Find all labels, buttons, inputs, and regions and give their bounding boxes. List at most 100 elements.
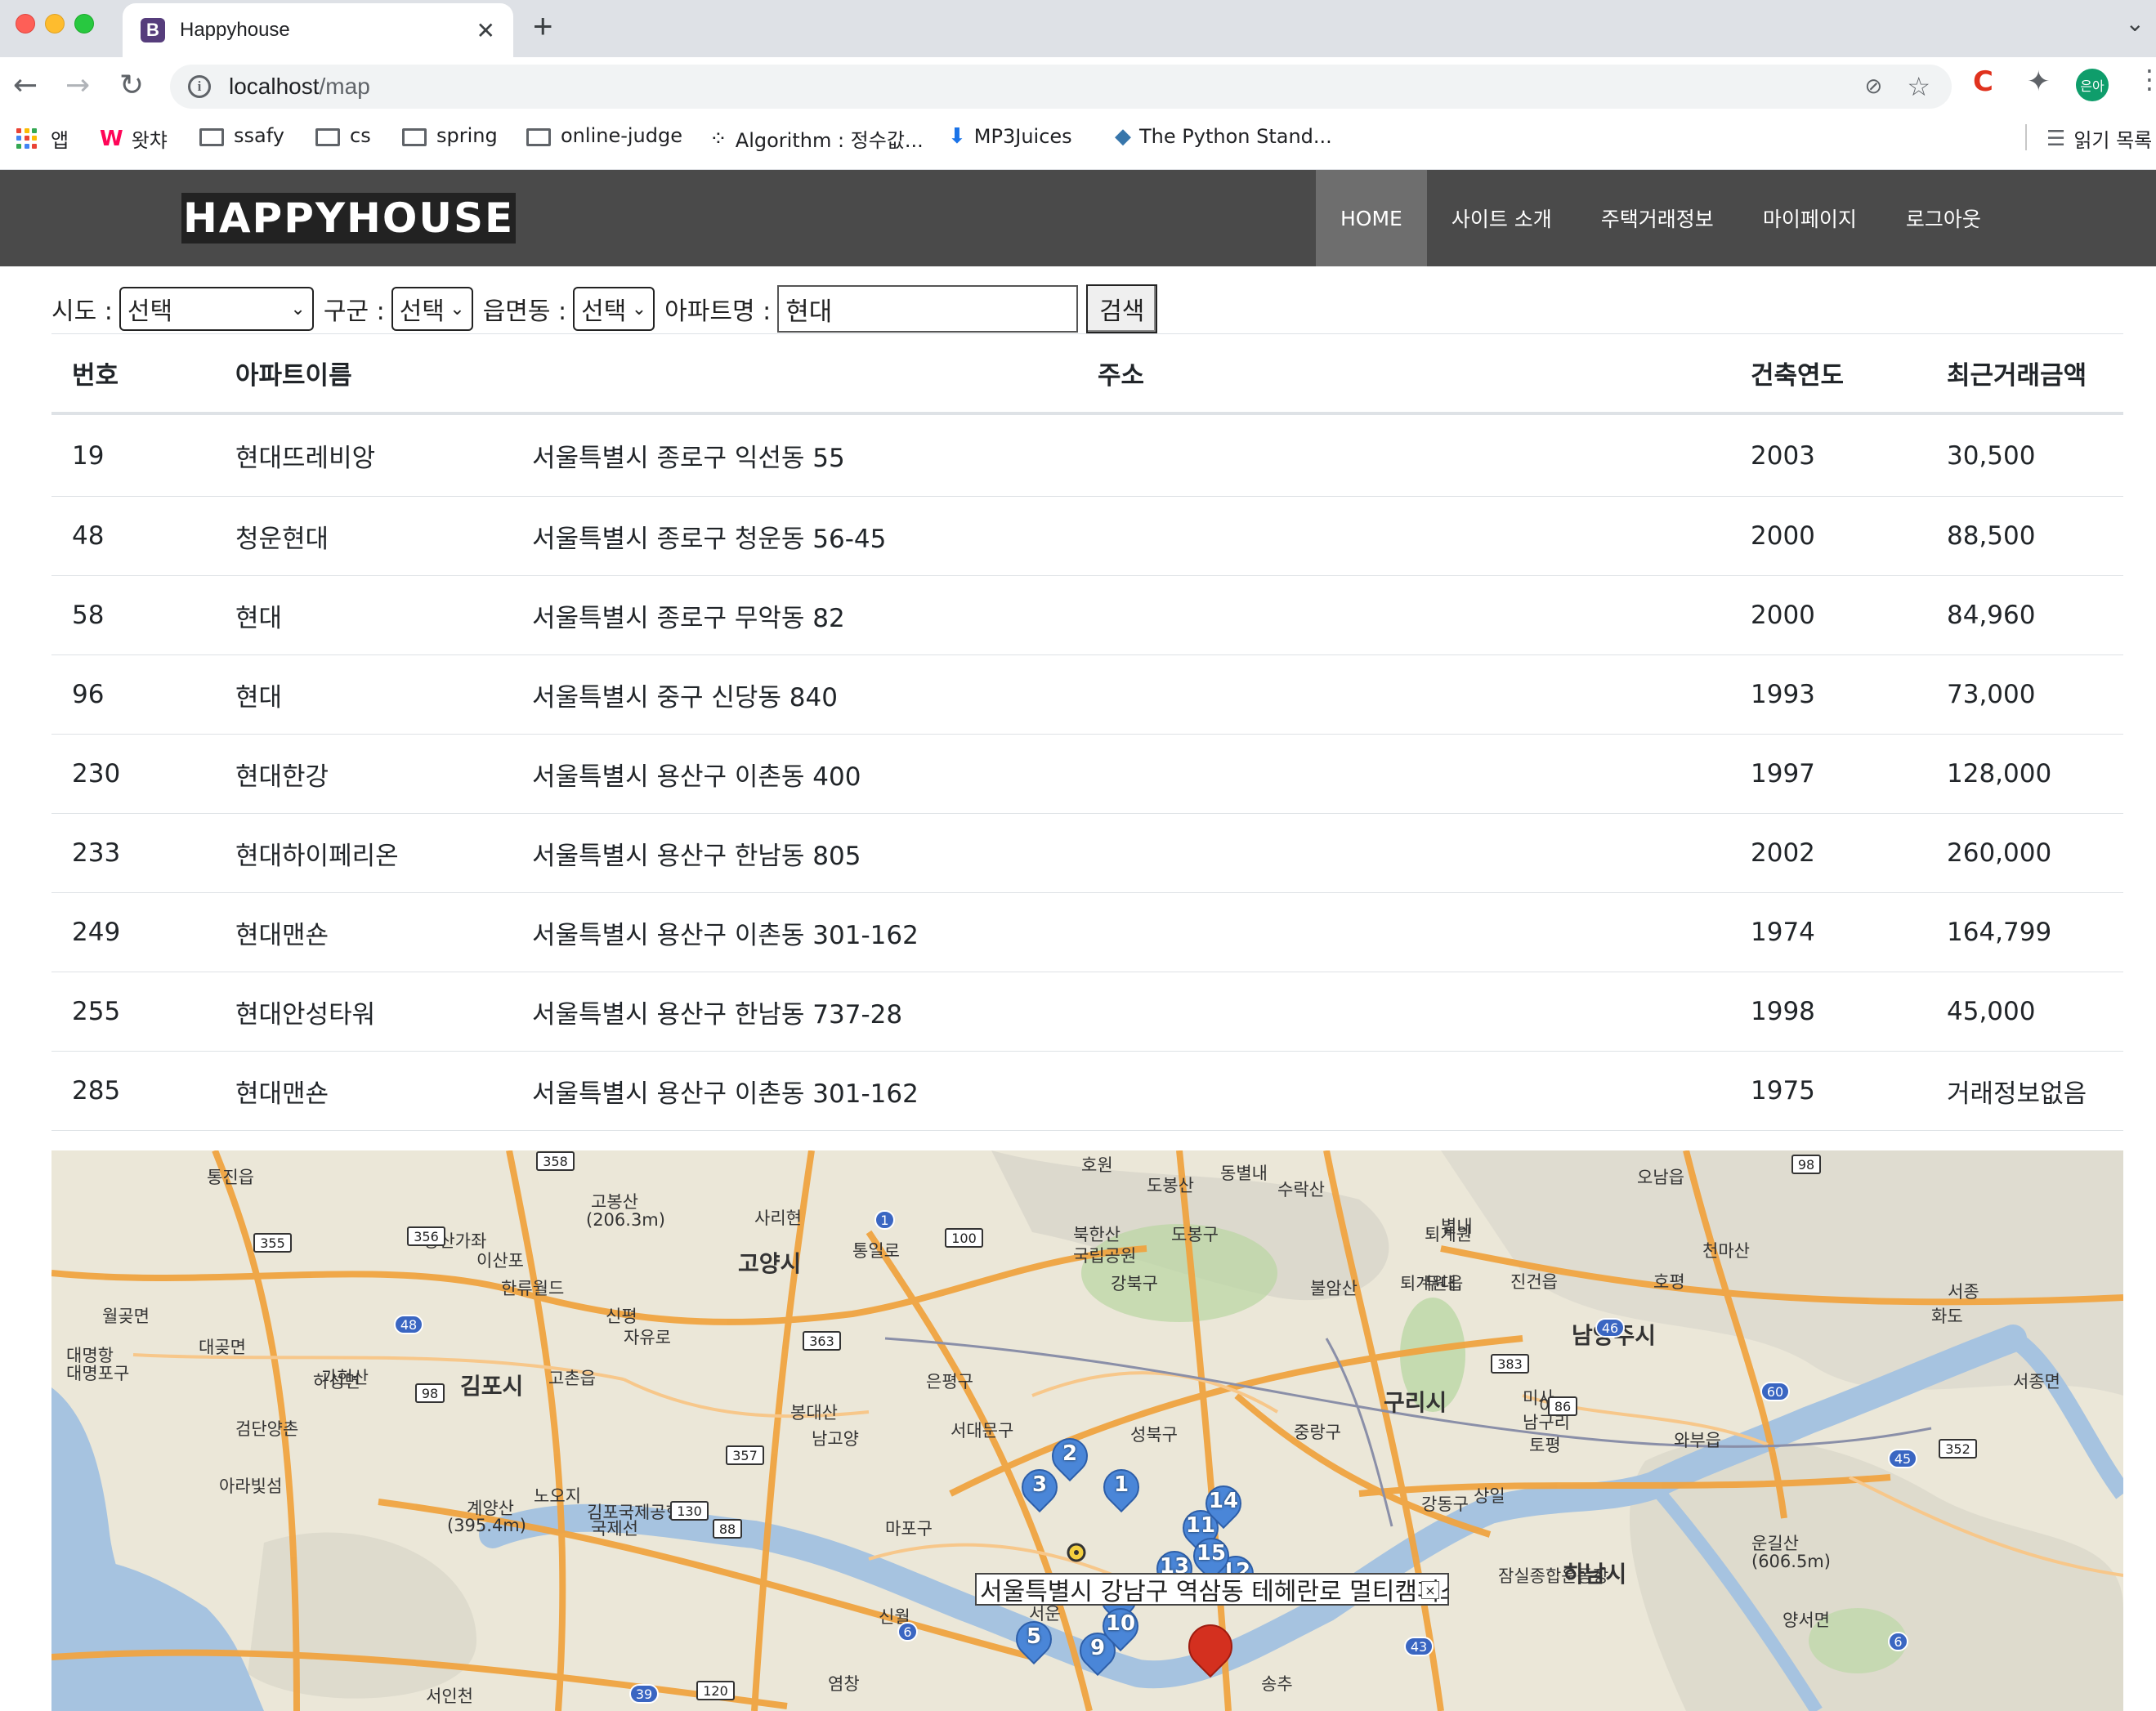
browser-tab[interactable]: B Happyhouse ✕ bbox=[123, 3, 513, 57]
table-row[interactable]: 249 현대맨숀 서울특별시 용산구 이촌동 301-162 1974 164,799 bbox=[51, 893, 2123, 972]
map-marker-pin-icon[interactable]: 14 bbox=[1197, 1477, 1250, 1536]
tab-search-chevron-icon[interactable]: ⌄ bbox=[2126, 10, 2145, 37]
cell-no: 58 bbox=[72, 601, 105, 630]
map-place-label: 와부읍 bbox=[1674, 1431, 1721, 1450]
bookmark-online-judge[interactable]: online-judge bbox=[526, 124, 682, 147]
bookmark-ssafy[interactable]: ssafy bbox=[199, 124, 284, 147]
dots-icon: ⁘ bbox=[709, 126, 727, 151]
map-place-label: 상일 bbox=[1474, 1486, 1505, 1506]
menu-home[interactable]: HOME bbox=[1316, 170, 1427, 266]
svg-text:6: 6 bbox=[1894, 1634, 1902, 1650]
map-place-label: 남고양 bbox=[812, 1429, 859, 1449]
apt-name-input[interactable]: 현대 bbox=[777, 285, 1079, 333]
sido-select[interactable]: 선택 ⌄ bbox=[119, 287, 314, 331]
map-place-label: 진건읍 bbox=[1510, 1272, 1558, 1292]
table-row[interactable]: 285 현대맨숀 서울특별시 용산구 이촌동 301-162 1975 거래정보없음 bbox=[51, 1052, 2123, 1131]
map-place-label: 송추 bbox=[1261, 1674, 1293, 1694]
cell-apt-name: 현대 bbox=[235, 603, 283, 633]
map-marker-pin-icon[interactable]: 5 bbox=[1008, 1613, 1060, 1672]
menu-about[interactable]: 사이트 소개 bbox=[1427, 170, 1577, 266]
svg-text:1: 1 bbox=[880, 1213, 888, 1228]
map-view[interactable]: 통진읍 월곶면 대곶면 대명항 대명포구 하성면 김포시 가현산 검단양촌 아라빛섬 계양산 (395… bbox=[51, 1150, 2123, 1711]
watcha-icon: W bbox=[100, 126, 123, 151]
cell-address: 서울특별시 용산구 한남동 737-28 bbox=[532, 999, 903, 1030]
tab-close-icon[interactable]: ✕ bbox=[476, 17, 495, 44]
svg-text:48: 48 bbox=[400, 1317, 417, 1333]
table-row[interactable]: 58 현대 서울특별시 종로구 무악동 82 2000 84,960 bbox=[51, 576, 2123, 655]
svg-text:130: 130 bbox=[677, 1503, 702, 1519]
site-info-icon[interactable]: i bbox=[188, 75, 211, 98]
svg-text:98: 98 bbox=[422, 1386, 438, 1401]
profile-avatar[interactable]: 은아 bbox=[2076, 69, 2109, 101]
map-marker-pin-icon[interactable]: 3 bbox=[1013, 1461, 1066, 1520]
bookmark-python[interactable]: ◆ The Python Stand... bbox=[1115, 124, 1332, 149]
browser-menu-icon[interactable]: ⋮ bbox=[2136, 64, 2156, 95]
window-close-button[interactable] bbox=[16, 14, 35, 34]
new-tab-button[interactable]: + bbox=[533, 7, 553, 46]
map-place-label: 자유로 bbox=[624, 1328, 671, 1347]
map-place-label: 염창 bbox=[828, 1674, 860, 1694]
cell-address: 서울특별시 종로구 무악동 82 bbox=[532, 603, 845, 633]
bookmark-cs[interactable]: cs bbox=[315, 124, 371, 147]
bookmark-algorithm[interactable]: ⁘ Algorithm : 정수값... bbox=[709, 124, 924, 153]
map-canvas: 통진읍월곶면대곶면대명항대명포구 하성면 김포시가현산검단양촌아라빛섬계양산(395… bbox=[51, 1150, 2123, 1711]
map-infowindow: 서울특별시 강남구 역삼동 테헤란로 멀티캠퍼스 × bbox=[975, 1573, 1449, 1606]
map-place-label: 은평구 bbox=[926, 1372, 973, 1392]
reading-list-button[interactable]: ☰ 읽기 목록 bbox=[2046, 124, 2152, 153]
map-place-label: 수락산 bbox=[1277, 1180, 1325, 1199]
map-marker-pin-icon[interactable]: 1 bbox=[1095, 1461, 1147, 1520]
map-place-label: 검단양촌 bbox=[235, 1419, 298, 1439]
site-logo[interactable]: HAPPYHOUSE bbox=[181, 193, 517, 243]
map-place-label: 고봉산 bbox=[591, 1192, 638, 1212]
map-place-label: 북한산 bbox=[1073, 1225, 1120, 1244]
route-shield: 48 bbox=[394, 1315, 423, 1334]
map-marker-pin-icon[interactable]: 10 bbox=[1094, 1600, 1147, 1659]
cell-apt-name: 현대뜨레비앙 bbox=[235, 444, 376, 473]
table-row[interactable]: 255 현대안성타워 서울특별시 용산구 한남동 737-28 1998 45,000 bbox=[51, 972, 2123, 1052]
menu-logout[interactable]: 로그아웃 bbox=[1881, 170, 2006, 266]
cell-no: 285 bbox=[72, 1076, 121, 1106]
extensions-puzzle-icon[interactable]: ✦ bbox=[2027, 65, 2051, 98]
svg-text:100: 100 bbox=[951, 1231, 977, 1246]
cell-build-year: 1975 bbox=[1751, 1076, 1815, 1106]
cell-no: 233 bbox=[72, 838, 121, 868]
address-bar[interactable]: i localhost/map ⊘ ☆ bbox=[170, 65, 1952, 109]
reload-icon[interactable]: ↻ bbox=[119, 69, 144, 102]
infowindow-text: 서울특별시 강남구 역삼동 테헤란로 멀티캠퍼스 bbox=[980, 1578, 1449, 1606]
table-row[interactable]: 19 현대뜨레비앙 서울특별시 종로구 익선동 55 2003 30,500 bbox=[51, 415, 2123, 497]
menu-mypage[interactable]: 마이페이지 bbox=[1738, 170, 1881, 266]
search-button[interactable]: 검색 bbox=[1086, 284, 1158, 333]
map-place-label: 대곶면 bbox=[199, 1338, 246, 1357]
infowindow-close-button[interactable]: × bbox=[1421, 1581, 1439, 1599]
table-row[interactable]: 230 현대한강 서울특별시 용산구 이촌동 400 1997 128,000 bbox=[51, 735, 2123, 814]
gugun-select[interactable]: 선택 ⌄ bbox=[391, 287, 473, 331]
header-recent-price: 최근거래금액 bbox=[1947, 361, 2087, 391]
python-icon: ◆ bbox=[1115, 124, 1131, 149]
bookmark-watcha[interactable]: W 왓챠 bbox=[100, 124, 168, 153]
bookmark-spring[interactable]: spring bbox=[402, 124, 498, 147]
cell-recent-price: 30,500 bbox=[1947, 440, 2036, 471]
map-place-label: 동별내 bbox=[1220, 1164, 1268, 1183]
table-row[interactable]: 96 현대 서울특별시 중구 신당동 840 1993 73,000 bbox=[51, 655, 2123, 735]
cell-recent-price: 260,000 bbox=[1947, 838, 2052, 868]
forward-arrow-icon[interactable]: → bbox=[65, 69, 90, 102]
current-location-red-pin-icon[interactable] bbox=[1179, 1615, 1242, 1711]
map-place-label: 운길산 bbox=[1751, 1534, 1799, 1553]
dong-select[interactable]: 선택 ⌄ bbox=[573, 287, 655, 331]
table-row[interactable]: 233 현대하이페리온 서울특별시 용산구 한남동 805 2002 260,000 bbox=[51, 814, 2123, 893]
route-shield: 356 bbox=[407, 1226, 445, 1246]
extension-c-icon[interactable]: C bbox=[1973, 65, 1993, 98]
table-row[interactable]: 48 청운현대 서울특별시 종로구 청운동 56-45 2000 88,500 bbox=[51, 497, 2123, 576]
back-arrow-icon[interactable]: ← bbox=[13, 69, 38, 102]
menu-deal-info[interactable]: 주택거래정보 bbox=[1577, 170, 1738, 266]
bookmark-star-icon[interactable]: ☆ bbox=[1907, 71, 1930, 102]
map-place-label: 호원 bbox=[1081, 1155, 1113, 1175]
route-shield: 39 bbox=[629, 1684, 659, 1704]
window-zoom-button[interactable] bbox=[74, 14, 94, 34]
window-minimize-button[interactable] bbox=[45, 14, 65, 34]
map-place-label: 퇴계원 bbox=[1425, 1225, 1472, 1244]
blocked-popup-icon[interactable]: ⊘ bbox=[1865, 74, 1883, 99]
bookmark-mp3juices[interactable]: ⬇ MP3Juices bbox=[948, 124, 1072, 149]
map-marker-number: 3 bbox=[1031, 1472, 1048, 1497]
bookmark-apps[interactable]: 앱 bbox=[16, 124, 69, 153]
